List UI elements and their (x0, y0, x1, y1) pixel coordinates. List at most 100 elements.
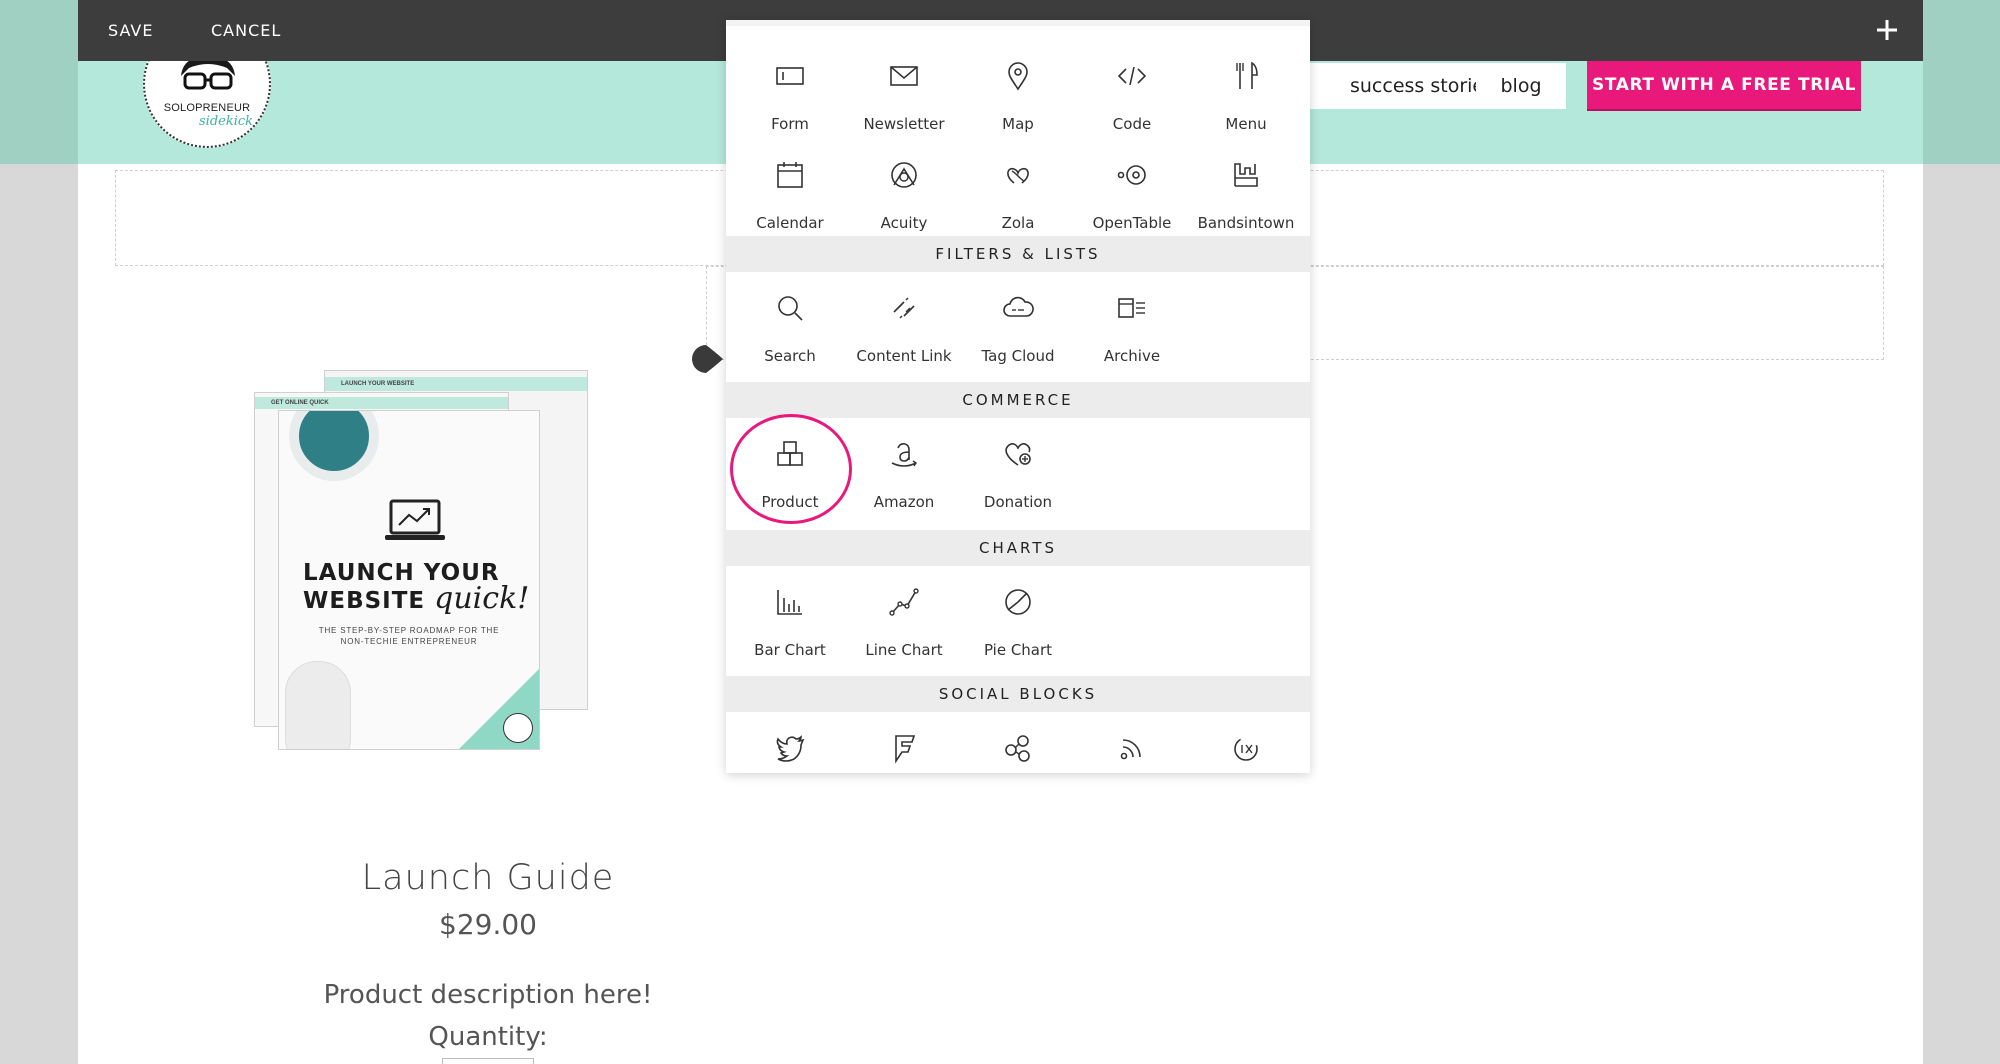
block-zola[interactable]: Zola (961, 139, 1075, 238)
nav-blog[interactable]: blog (1476, 63, 1566, 109)
block-calendar[interactable]: Calendar (733, 139, 847, 238)
insertion-point-handle[interactable] (690, 343, 724, 375)
archive-icon (1118, 298, 1145, 318)
book-subtitle: THE STEP-BY-STEP ROADMAP FOR THE NON-TEC… (289, 625, 529, 647)
twitter-icon (776, 735, 805, 762)
section-header: FILTERS & LISTS (726, 236, 1310, 272)
section-header: SOCIAL BLOCKS (726, 676, 1310, 712)
book-cover: LAUNCH YOUR WEBSITE quick! THE STEP-BY-S… (278, 410, 540, 750)
quantity-label: Quantity: (428, 1022, 548, 1052)
menu-icon (1236, 61, 1258, 89)
block-label: Search (764, 347, 816, 365)
laptop-chart-icon (385, 499, 445, 540)
block-label: Acuity (880, 214, 928, 232)
block-label: Bandsintown (1197, 214, 1295, 232)
bar-chart-icon (777, 590, 802, 615)
block-label: Amazon (873, 493, 935, 511)
block-newsletter[interactable]: Newsletter (847, 40, 961, 139)
block-row (726, 712, 1310, 773)
section-header: CHARTS (726, 530, 1310, 566)
quantity-input[interactable] (442, 1058, 534, 1064)
block-label: Content Link (856, 347, 952, 365)
block-picker-menu: Form Newsletter Map Code Menu Calendar Acuity Z… (726, 20, 1310, 773)
line-chart-icon (889, 588, 919, 616)
book-subtitle-line: THE STEP-BY-STEP ROADMAP FOR THE (318, 626, 500, 635)
zola-icon (1007, 167, 1029, 184)
product-title: Launch Guide (361, 858, 615, 898)
pie-chart-icon (1005, 589, 1031, 615)
block-donation[interactable]: Donation (961, 418, 1075, 517)
free-trial-button[interactable]: START WITH A FREE TRIAL (1587, 60, 1861, 111)
book-band-text: GET ONLINE QUICK (255, 397, 508, 409)
block-label: Line Chart (865, 641, 943, 659)
product-image[interactable]: LAUNCH YOUR WEBSITE GET ONLINE QUICK LAU… (254, 370, 588, 760)
block-label: Map (1002, 115, 1034, 133)
block-row: Calendar Acuity Zola OpenTable Bandsintown (726, 139, 1310, 238)
block-label: Pie Chart (983, 641, 1053, 659)
form-icon (776, 67, 804, 85)
rss-icon (1120, 739, 1141, 760)
flickr-icon (1005, 735, 1030, 762)
foursquare-icon (895, 735, 916, 764)
block-row: Product Amazon Donation (726, 418, 1310, 517)
block-label: Newsletter (863, 115, 945, 133)
block-label: Archive (1103, 347, 1161, 365)
block-pie-chart[interactable]: Pie Chart (961, 566, 1075, 665)
book-title-script: quick! (434, 581, 530, 616)
map-icon (1008, 62, 1028, 91)
save-button[interactable]: SAVE (108, 0, 153, 61)
block-content-link[interactable]: Content Link (847, 272, 961, 371)
block-row: Form Newsletter Map Code Menu (726, 40, 1310, 139)
acuity-icon (891, 162, 917, 188)
search-icon (778, 296, 803, 321)
opentable-icon (1117, 165, 1146, 185)
block-row: Search Content Link Tag Cloud Archive (726, 272, 1310, 371)
block-form[interactable]: Form (733, 40, 847, 139)
block-archive[interactable]: Archive (1075, 272, 1189, 371)
cancel-button[interactable]: CANCEL (211, 0, 281, 61)
block-label: Bar Chart (754, 641, 826, 659)
block-map[interactable]: Map (961, 40, 1075, 139)
block-code[interactable]: Code (1075, 40, 1189, 139)
book-subtitle-line: NON-TECHIE ENTREPRENEUR (340, 637, 478, 646)
product-icon (777, 441, 803, 466)
block-tag-cloud[interactable]: Tag Cloud (961, 272, 1075, 371)
block-search[interactable]: Search (733, 272, 847, 371)
calendar-icon (777, 162, 803, 188)
content-link-icon (893, 297, 915, 319)
block-bandsintown[interactable]: Bandsintown (1189, 139, 1303, 238)
code-icon (1117, 66, 1147, 86)
block-menu[interactable]: Menu (1189, 40, 1303, 139)
mouse-graphic (285, 661, 351, 749)
book-title-line: WEBSITE (303, 588, 426, 614)
block-500px[interactable] (1189, 712, 1303, 773)
500px-icon (1234, 736, 1259, 761)
block-rss[interactable] (1075, 712, 1189, 773)
tag-cloud-icon (1003, 296, 1034, 317)
block-foursquare[interactable] (847, 712, 961, 773)
block-label: Zola (1001, 214, 1035, 232)
product-price: $29.00 (439, 908, 537, 941)
section-header: COMMERCE (726, 382, 1310, 418)
amazon-icon (891, 443, 917, 467)
mug-graphic (289, 411, 379, 481)
bandsintown-icon (1234, 163, 1258, 187)
book-title: LAUNCH YOUR WEBSITE quick! (303, 561, 529, 614)
product-description: Product description here! (323, 980, 653, 1010)
block-product[interactable]: Product (733, 418, 847, 517)
block-amazon[interactable]: Amazon (847, 418, 961, 517)
donation-icon (1005, 443, 1031, 466)
plus-icon[interactable] (1871, 14, 1903, 46)
block-label: Menu (1225, 115, 1267, 133)
block-label: Form (771, 115, 809, 133)
block-label: Donation (983, 493, 1053, 511)
logo-text: SOLOPRENEUR (163, 102, 251, 114)
block-flickr[interactable] (961, 712, 1075, 773)
book-band-text: LAUNCH YOUR WEBSITE (325, 377, 587, 391)
block-opentable[interactable]: OpenTable (1075, 139, 1189, 238)
block-acuity[interactable]: Acuity (847, 139, 961, 238)
block-line-chart[interactable]: Line Chart (847, 566, 961, 665)
block-label: Calendar (756, 214, 824, 232)
block-twitter[interactable] (733, 712, 847, 773)
block-bar-chart[interactable]: Bar Chart (733, 566, 847, 665)
